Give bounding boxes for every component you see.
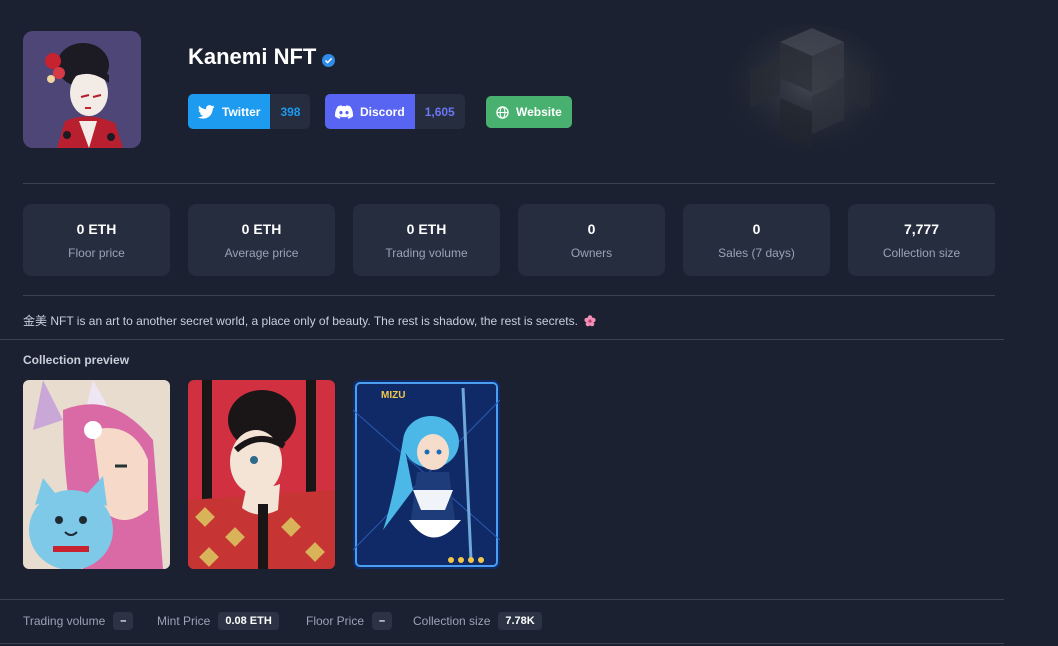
stat-value: 7,777 xyxy=(903,221,940,237)
stat-label: Sales (7 days) xyxy=(718,246,795,260)
collection-avatar xyxy=(23,31,141,148)
verified-check-icon xyxy=(322,53,336,67)
footer-label: Floor Price xyxy=(306,614,365,628)
footer-mint-price: Mint Price 0.08 ETH xyxy=(157,612,279,630)
collection-preview-title: Collection preview xyxy=(23,353,130,367)
stat-trading-volume: 0 ETH Trading volume xyxy=(353,204,500,276)
discord-button[interactable]: Discord 1,605 xyxy=(325,94,465,129)
footer-collection-size: Collection size 7.78K xyxy=(413,612,542,630)
footer-value-pill: – xyxy=(113,612,134,630)
twitter-button[interactable]: Twitter 398 xyxy=(188,94,311,129)
preview-item-2[interactable] xyxy=(188,380,335,569)
divider xyxy=(0,339,1004,340)
decorative-cube-icon xyxy=(728,24,890,156)
card-label: MIZU xyxy=(381,390,406,401)
stat-value: 0 xyxy=(752,221,761,237)
blue-hair-warrior-card-icon xyxy=(353,380,500,569)
geisha-avatar-icon xyxy=(23,31,141,148)
footer-value-pill: 7.78K xyxy=(498,612,542,630)
discord-icon xyxy=(335,104,353,119)
stat-label: Trading volume xyxy=(385,246,468,260)
footer-floor-price: Floor Price – xyxy=(306,612,393,630)
pink-hair-girl-with-cat-icon xyxy=(23,380,170,569)
footer-label: Mint Price xyxy=(157,614,211,628)
stat-value: 0 ETH xyxy=(406,221,447,237)
preview-item-3[interactable]: MIZU xyxy=(353,380,500,569)
footer-value-pill: – xyxy=(372,612,393,630)
stat-value: 0 ETH xyxy=(76,221,117,237)
footer-label: Trading volume xyxy=(23,614,106,628)
description-text: 金美 NFT is an art to another secret world… xyxy=(23,314,578,328)
stat-collection-size: 7,777 Collection size xyxy=(848,204,995,276)
stat-value: 0 ETH xyxy=(241,221,282,237)
divider xyxy=(23,183,995,184)
cherry-blossom-icon xyxy=(584,314,596,326)
globe-icon xyxy=(496,105,509,119)
preview-item-1[interactable] xyxy=(23,380,170,569)
footer-label: Collection size xyxy=(413,614,491,628)
stat-sales-7-days: 0 Sales (7 days) xyxy=(683,204,830,276)
stat-floor-price: 0 ETH Floor price xyxy=(23,204,170,276)
twitter-main[interactable]: Twitter xyxy=(188,94,271,129)
divider xyxy=(0,643,1004,644)
stat-label: Average price xyxy=(224,246,299,260)
website-label: Website xyxy=(516,105,562,119)
stat-label: Floor price xyxy=(68,246,125,260)
twitter-follower-count: 398 xyxy=(270,94,311,129)
website-button[interactable]: Website xyxy=(486,96,572,128)
discord-main[interactable]: Discord xyxy=(325,94,415,129)
footer-value-pill: 0.08 ETH xyxy=(218,612,279,630)
discord-member-count: 1,605 xyxy=(414,94,465,129)
divider xyxy=(0,599,1004,600)
collection-description: 金美 NFT is an art to another secret world… xyxy=(23,312,596,329)
stat-average-price: 0 ETH Average price xyxy=(188,204,335,276)
stat-label: Collection size xyxy=(882,246,961,260)
website-main[interactable]: Website xyxy=(486,96,572,128)
discord-label: Discord xyxy=(360,104,405,119)
geisha-red-curtain-icon xyxy=(188,380,335,569)
stat-label: Owners xyxy=(570,246,613,260)
twitter-label: Twitter xyxy=(222,104,261,119)
stat-value: 0 xyxy=(587,221,596,237)
collection-name: Kanemi NFT xyxy=(188,44,317,69)
twitter-bird-icon xyxy=(198,104,215,119)
divider xyxy=(23,295,995,296)
collection-title: Kanemi NFT xyxy=(188,44,336,70)
stat-owners: 0 Owners xyxy=(518,204,665,276)
footer-trading-volume: Trading volume – xyxy=(23,612,134,630)
